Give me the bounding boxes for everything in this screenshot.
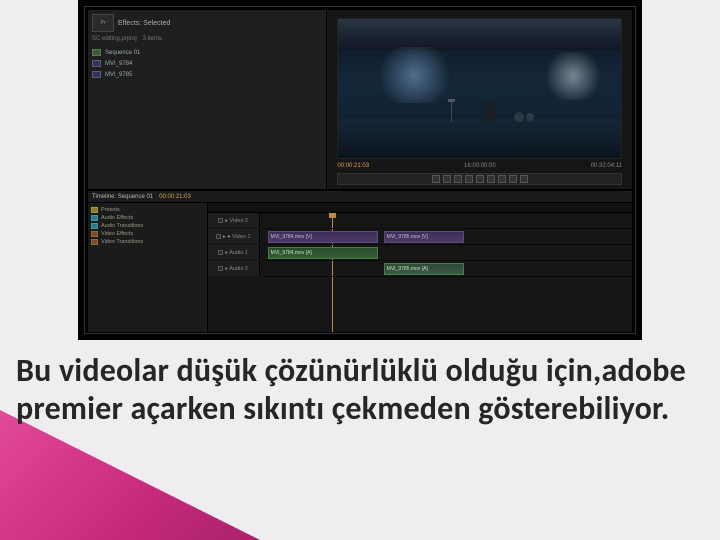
track-a2[interactable]: ▸ Audio 2 MVI_9785.mov [A]: [262, 261, 632, 277]
program-monitor[interactable]: 00:00:21:03 16:00:00:00 00:32:04:11: [327, 10, 632, 189]
sequence-tab[interactable]: Timeline: Sequence 01: [92, 194, 153, 200]
duration-timecode: 00:32:04:11: [591, 163, 622, 169]
timeline-header: Timeline: Sequence 01 00:00:21:03: [88, 191, 632, 203]
timeline-timecode[interactable]: 00:00:21:03: [159, 194, 191, 200]
loop-button[interactable]: [509, 175, 517, 183]
app-thumb: Pr: [92, 14, 114, 32]
monitor-viewport[interactable]: [337, 18, 622, 159]
safe-margins-button[interactable]: [520, 175, 528, 183]
media-browser[interactable]: Presets Audio Effects Audio Transitions …: [88, 203, 208, 332]
eye-icon[interactable]: [218, 250, 223, 255]
go-in-button[interactable]: [454, 175, 462, 183]
mark-in-button[interactable]: [432, 175, 440, 183]
folder-row[interactable]: Video Effects: [91, 230, 204, 238]
track-label: ▸ Audio 1: [225, 250, 248, 256]
eye-icon[interactable]: [218, 218, 223, 223]
folder-icon: [91, 239, 98, 245]
folder-row[interactable]: Presets: [91, 206, 204, 214]
time-ruler[interactable]: [208, 203, 632, 213]
folder-icon: [91, 207, 98, 213]
folder-label: Video Transitions: [101, 239, 143, 245]
project-panel[interactable]: Pr Effects: Selected SC editing.prproj 3…: [88, 10, 327, 189]
folder-label: Video Effects: [101, 231, 133, 237]
bin-label: MVI_9785: [105, 72, 132, 78]
folder-label: Audio Transitions: [101, 223, 143, 229]
folder-row[interactable]: Audio Effects: [91, 214, 204, 222]
timeline-panel[interactable]: ▸ Video 2 ▸ ● Video 1 MVI_9784.mov [V] M…: [208, 203, 632, 332]
folder-row[interactable]: Video Transitions: [91, 238, 204, 246]
step-fwd-button[interactable]: [487, 175, 495, 183]
eye-icon[interactable]: [218, 266, 223, 271]
video-icon: [92, 71, 101, 78]
bin-label: Sequence 01: [105, 50, 140, 56]
folder-icon: [91, 231, 98, 237]
video-clip[interactable]: MVI_9785.mov [V]: [384, 231, 464, 243]
track-label: ▸ ● Video 1: [223, 234, 251, 240]
folder-row[interactable]: Audio Transitions: [91, 222, 204, 230]
eye-icon[interactable]: [216, 234, 221, 239]
folder-icon: [91, 223, 98, 229]
folder-label: Audio Effects: [101, 215, 133, 221]
bin-row[interactable]: MVI_9785: [92, 69, 322, 80]
track-v1[interactable]: ▸ ● Video 1 MVI_9784.mov [V] MVI_9785.mo…: [262, 229, 632, 245]
panel-title: Effects: Selected: [118, 20, 170, 27]
item-count: 3 items: [143, 36, 162, 42]
video-frame: [338, 19, 621, 158]
bin-row[interactable]: Sequence 01: [92, 47, 322, 58]
bin-label: MVI_9784: [105, 61, 132, 67]
track-label: ▸ Video 2: [225, 218, 248, 224]
current-timecode: 00:00:21:03: [337, 163, 369, 169]
video-icon: [92, 60, 101, 67]
audio-clip[interactable]: MVI_9784.mov [A]: [268, 247, 378, 259]
slide-accent-triangle: [0, 410, 260, 540]
mark-out-button[interactable]: [443, 175, 451, 183]
video-clip[interactable]: MVI_9784.mov [V]: [268, 231, 378, 243]
go-out-button[interactable]: [498, 175, 506, 183]
sequence-icon: [92, 49, 101, 56]
premiere-screenshot: Pr Effects: Selected SC editing.prproj 3…: [78, 0, 642, 340]
transport-bar: [337, 173, 622, 185]
play-button[interactable]: [476, 175, 484, 183]
slide-caption: Bu videolar düşük çözünürlüklü olduğu iç…: [16, 352, 714, 428]
folder-icon: [91, 215, 98, 221]
bin-row[interactable]: MVI_9784: [92, 58, 322, 69]
track-a1[interactable]: ▸ Audio 1 MVI_9784.mov [A]: [262, 245, 632, 261]
step-back-button[interactable]: [465, 175, 473, 183]
mid-timecode: 16:00:00:00: [464, 163, 496, 169]
track-v2[interactable]: ▸ Video 2: [262, 213, 632, 229]
project-name: SC editing.prproj: [92, 36, 137, 42]
track-label: ▸ Audio 2: [225, 266, 248, 272]
audio-clip[interactable]: MVI_9785.mov [A]: [384, 263, 464, 275]
folder-label: Presets: [101, 207, 120, 213]
